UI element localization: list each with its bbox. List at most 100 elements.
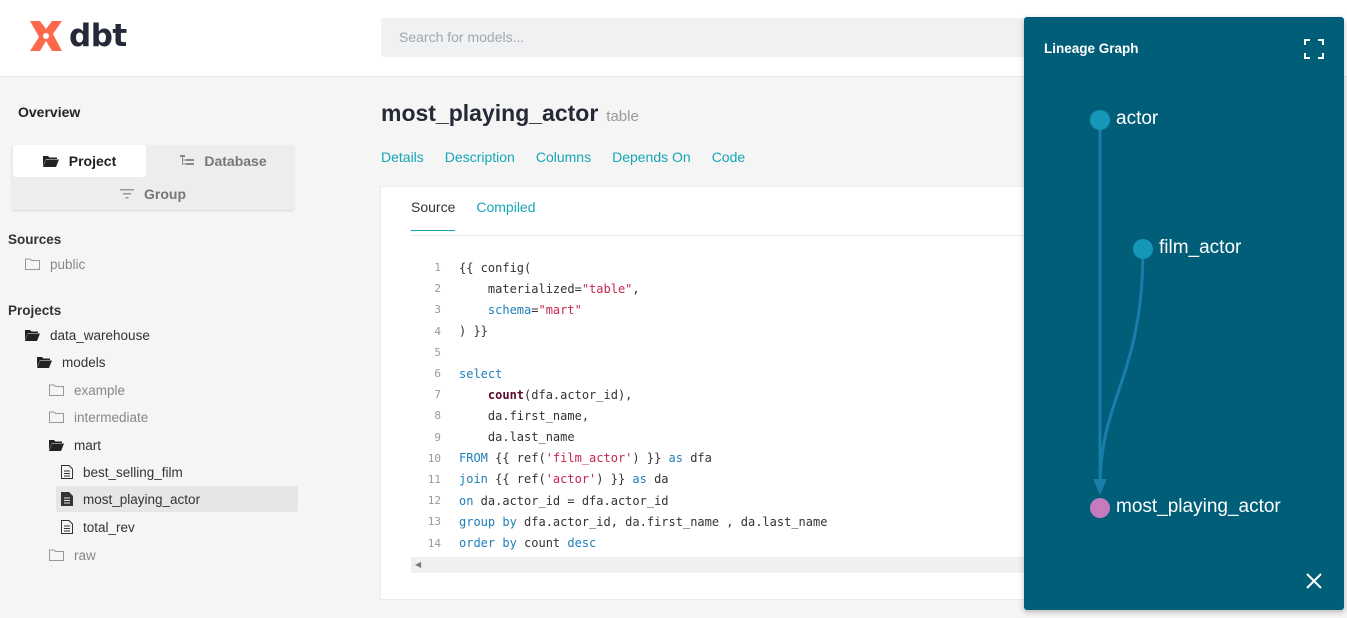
file-icon	[61, 465, 73, 479]
view-switcher: Project Database Group	[12, 145, 294, 210]
nav-depends-on[interactable]: Depends On	[612, 149, 691, 165]
model-name: most_playing_actor	[381, 100, 599, 126]
node-film-actor[interactable]	[1133, 239, 1153, 259]
tree-most-playing-actor-label: most_playing_actor	[83, 491, 201, 507]
line-number: 12	[427, 494, 441, 508]
folder-icon	[49, 411, 64, 423]
folder-open-icon	[49, 440, 64, 451]
node-actor-label[interactable]: actor	[1116, 108, 1158, 130]
folder-open-icon	[37, 357, 52, 368]
line-number: 9	[434, 430, 441, 444]
scroll-left-icon[interactable]: ◀	[415, 560, 421, 569]
nav-description[interactable]: Description	[445, 149, 515, 165]
line-number: 8	[434, 409, 441, 423]
tree-folder-example[interactable]: example	[49, 377, 125, 403]
overview-link[interactable]: Overview	[18, 104, 80, 120]
tree-folder-models[interactable]: models	[37, 349, 106, 375]
tree-model-best-selling-film[interactable]: best_selling_film	[61, 459, 183, 485]
logo-text: dbt	[69, 18, 127, 54]
line-number: 7	[434, 388, 441, 402]
code-line: 12 on da.actor_id = dfa.actor_id	[411, 490, 1061, 511]
tab-compiled[interactable]: Compiled	[476, 199, 535, 231]
tree-example-label: example	[74, 382, 126, 398]
folder-open-icon	[42, 156, 59, 167]
code-line: 13 group by dfa.actor_id, da.first_name ,…	[411, 511, 1061, 532]
line-number: 10	[427, 451, 441, 465]
filter-icon	[120, 189, 134, 199]
tree-total-rev-label: total_rev	[83, 519, 135, 535]
code-tabs: Source Compiled	[411, 199, 536, 231]
file-icon	[61, 520, 73, 534]
dbt-logo-icon	[27, 17, 65, 55]
tree-project-data-warehouse[interactable]: data_warehouse	[25, 322, 150, 348]
tree-project-label: data_warehouse	[50, 327, 150, 343]
group-tab-label: Group	[144, 186, 186, 202]
code-line: 10 FROM {{ ref('film_actor') }} as dfa	[411, 448, 1061, 469]
lineage-panel: Lineage Graph actor film_actor most_play…	[1024, 17, 1344, 610]
node-most-playing-actor[interactable]	[1090, 498, 1110, 518]
code-line: 2 materialized= "table",	[411, 278, 1061, 299]
line-number: 13	[427, 515, 441, 529]
tree-best-selling-film-label: best_selling_film	[83, 464, 183, 480]
edge-film-actor-to-model	[1098, 248, 1145, 488]
code-line: 6 select	[411, 363, 1061, 384]
line-number: 6	[434, 367, 441, 381]
arrowhead-icon	[1093, 479, 1107, 495]
database-tab-label: Database	[204, 153, 267, 169]
line-number: 2	[434, 282, 441, 296]
dbt-logo[interactable]: dbt	[27, 17, 127, 55]
tab-source[interactable]: Source	[411, 199, 456, 231]
folder-icon	[49, 549, 64, 561]
nav-code[interactable]: Code	[712, 149, 745, 165]
folder-icon	[25, 258, 40, 270]
code-block[interactable]: 1{{ config( 2 materialized= "table", 3 sc…	[411, 257, 1061, 554]
hierarchy-icon	[180, 155, 195, 165]
node-film-actor-label[interactable]: film_actor	[1159, 237, 1241, 259]
sidebar: Overview Project Database Group Sources …	[0, 78, 320, 618]
projects-heading: Projects	[8, 303, 62, 318]
page-title: most_playing_actor table	[381, 100, 639, 127]
divider	[411, 235, 1059, 236]
code-line: 3 schema = "mart"	[411, 299, 1061, 320]
node-most-playing-actor-label[interactable]: most_playing_actor	[1116, 496, 1281, 518]
code-line: 11 join {{ ref('actor') }} as da	[411, 469, 1061, 490]
code-line: 1{{ config(	[411, 257, 1061, 278]
tree-model-most-playing-actor[interactable]: most_playing_actor	[56, 486, 298, 512]
tree-folder-mart[interactable]: mart	[49, 432, 101, 458]
line-number: 3	[434, 303, 441, 317]
tree-folder-intermediate[interactable]: intermediate	[49, 404, 148, 430]
sources-heading: Sources	[8, 232, 62, 247]
file-icon	[61, 492, 73, 506]
group-tab[interactable]: Group	[12, 178, 294, 210]
tree-model-total-rev[interactable]: total_rev	[61, 514, 135, 540]
project-tab[interactable]: Project	[13, 145, 146, 177]
tree-folder-raw[interactable]: raw	[49, 542, 96, 568]
code-line: 4) }}	[411, 321, 1061, 342]
line-number: 14	[427, 536, 441, 550]
nav-columns[interactable]: Columns	[536, 149, 591, 165]
folder-open-icon	[25, 330, 40, 341]
code-line: 8 da.first_name,	[411, 405, 1061, 426]
source-public[interactable]: public	[25, 251, 85, 277]
source-public-label: public	[50, 256, 86, 272]
code-line: 14 order by count desc	[411, 532, 1061, 553]
lineage-graph[interactable]	[1024, 17, 1344, 610]
project-tab-label: Project	[68, 153, 117, 169]
folder-icon	[49, 384, 64, 396]
code-line: 9 da.last_name	[411, 427, 1061, 448]
tree-raw-label: raw	[74, 547, 96, 563]
model-materialization: table	[606, 108, 639, 125]
horizontal-scrollbar[interactable]: ◀	[411, 557, 1061, 573]
line-number: 1	[434, 261, 441, 275]
node-actor[interactable]	[1090, 110, 1110, 130]
tree-intermediate-label: intermediate	[74, 409, 149, 425]
close-icon[interactable]	[1304, 571, 1324, 591]
tree-models-label: models	[62, 354, 106, 370]
nav-details[interactable]: Details	[381, 149, 424, 165]
search-input[interactable]: Search for models...	[381, 18, 1061, 57]
code-line: 5	[411, 342, 1061, 363]
code-line: 7 count (dfa.actor_id),	[411, 384, 1061, 405]
section-nav: Details Description Columns Depends On C…	[381, 149, 745, 165]
database-tab[interactable]: Database	[153, 145, 294, 177]
line-number: 5	[434, 345, 441, 359]
